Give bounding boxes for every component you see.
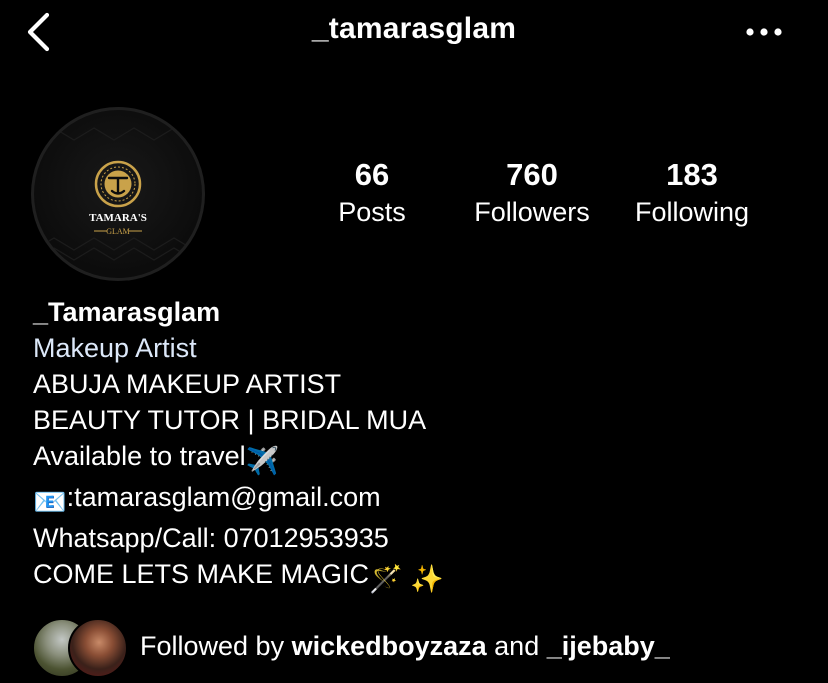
airplane-icon: ✈️ [245, 446, 280, 476]
top-navigation-bar: _tamarasglam [0, 0, 828, 62]
profile-username-title: _tamarasglam [311, 12, 517, 45]
followed-by-text: Followed by wickedboyzaza and _ijebaby_ [140, 629, 670, 663]
following-label: Following [634, 197, 750, 227]
followed-by-section[interactable]: Followed by wickedboyzaza and _ijebaby_ [32, 618, 812, 678]
tamaras-glam-logo: TAMARA'S GLAM [34, 127, 202, 261]
email-icon: 📧 [33, 487, 67, 517]
more-horizontal-icon [746, 28, 782, 36]
posts-stat[interactable]: 66 Posts [287, 156, 457, 230]
brand-line-1: TAMARA'S [89, 212, 147, 224]
display-name: _Tamarasglam [33, 297, 221, 327]
travel-text: Available to travel [33, 441, 246, 471]
posts-label: Posts [338, 197, 406, 227]
mutual-follower-link[interactable]: wickedboyzaza [292, 631, 487, 661]
mutual-follower-link[interactable]: _ijebaby_ [547, 631, 670, 661]
followed-by-prefix: Followed by [140, 631, 292, 661]
category-label: Makeup Artist [33, 333, 197, 363]
bio-line-travel: Available to travel✈️ [33, 438, 793, 479]
email-text[interactable]: :tamarasglam@gmail.com [67, 482, 381, 512]
tagline-text: COME LETS MAKE MAGIC [33, 559, 370, 589]
followers-count: 760 [506, 157, 558, 192]
profile-avatar[interactable]: TAMARA'S GLAM [34, 110, 202, 278]
bio-line-email: 📧:tamarasglam@gmail.com [33, 479, 793, 520]
following-count: 183 [666, 157, 718, 192]
bio-line-location: ABUJA MAKEUP ARTIST [33, 369, 342, 399]
mutual-follower-avatar[interactable] [68, 618, 128, 678]
magic-wand-icon: 🪄 [369, 564, 403, 594]
following-stat[interactable]: 183 Following [607, 156, 777, 230]
brand-line-2: GLAM [106, 227, 130, 236]
followers-label: Followers [474, 197, 590, 227]
profile-bio: _Tamarasglam Makeup Artist ABUJA MAKEUP … [33, 294, 793, 597]
followed-by-joiner: and [486, 631, 547, 661]
sparkles-icon: ✨ [410, 564, 444, 594]
more-options-button[interactable] [740, 12, 788, 52]
bio-line-services: BEAUTY TUTOR | BRIDAL MUA [33, 405, 427, 435]
posts-count: 66 [354, 157, 390, 192]
bio-line-phone: Whatsapp/Call: 07012953935 [33, 523, 389, 553]
followers-stat[interactable]: 760 Followers [447, 156, 617, 230]
bio-line-tagline: COME LETS MAKE MAGIC🪄 ✨ [33, 556, 793, 597]
